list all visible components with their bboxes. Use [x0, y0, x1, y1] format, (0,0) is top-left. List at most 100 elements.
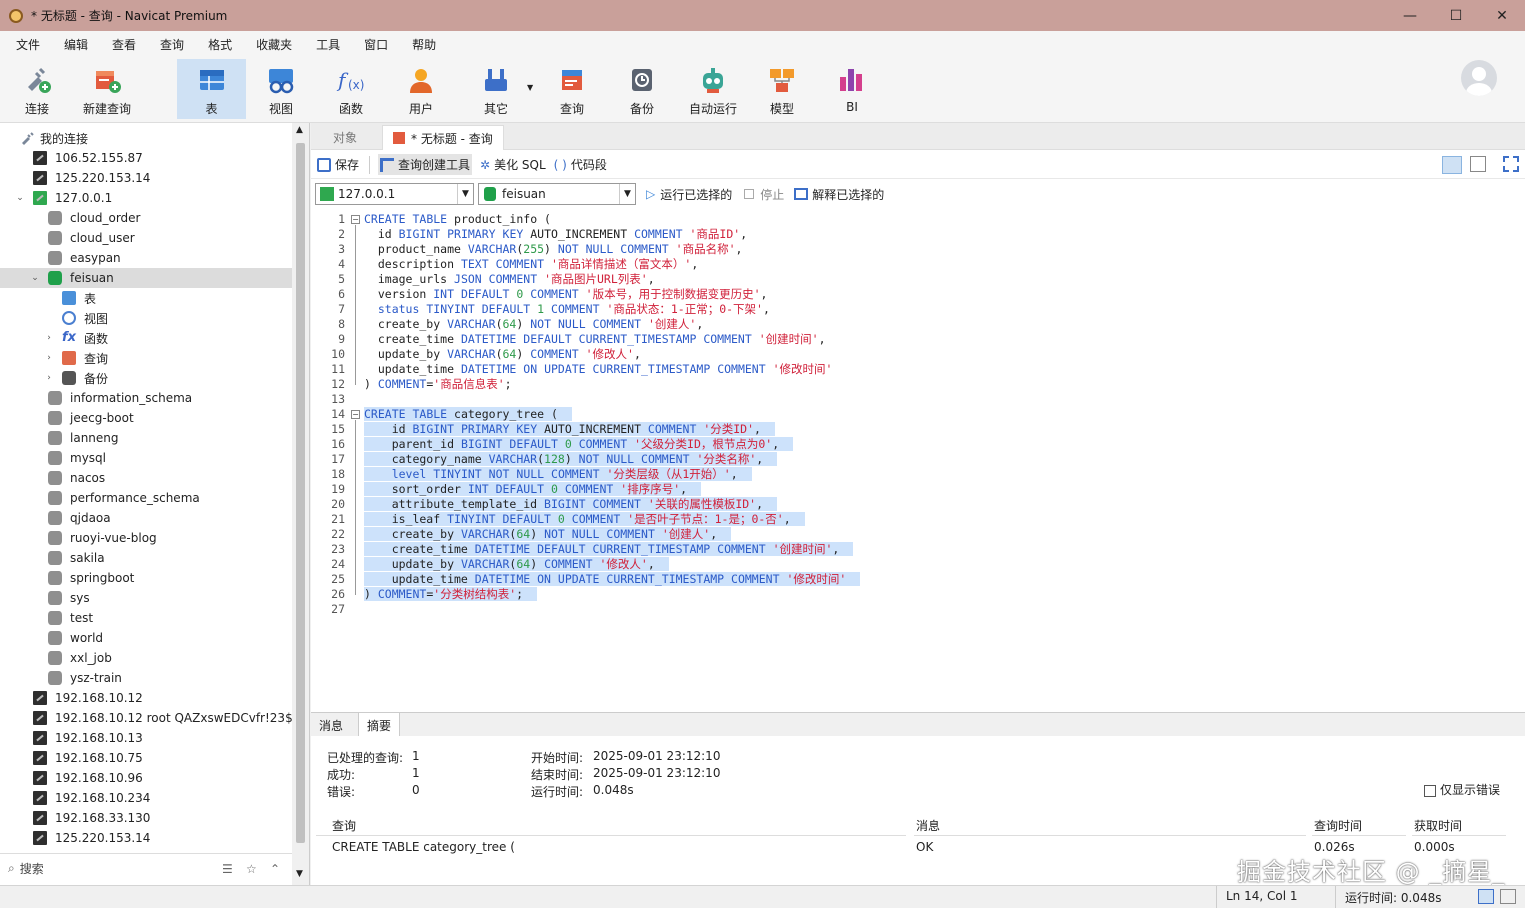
tree-node[interactable]: qjdaoa — [0, 508, 292, 528]
panel-toggle-left-icon[interactable] — [1478, 889, 1494, 904]
code-line[interactable]: 14 CREATE TABLE category_tree ( — [311, 407, 1525, 422]
tree-node[interactable]: cloud_order — [0, 208, 292, 228]
tree-node[interactable]: jeecg-boot — [0, 408, 292, 428]
explain-selected-button[interactable]: 解释已选择的 — [794, 186, 884, 203]
tree-root-my-connections[interactable]: 我的连接 — [0, 128, 292, 148]
code-line[interactable]: 15 id BIGINT PRIMARY KEY AUTO_INCREMENT … — [311, 422, 1525, 437]
col-header-fetch-time[interactable]: 获取时间 — [1412, 816, 1506, 836]
database-select[interactable]: feisuan ▼ — [478, 183, 636, 205]
tree-node[interactable]: ruoyi-vue-blog — [0, 528, 292, 548]
function-button[interactable]: f (x) 函数 — [318, 59, 384, 119]
scrollbar-thumb[interactable] — [296, 143, 305, 843]
fold-collapse-icon[interactable]: − — [351, 410, 360, 419]
tree-node[interactable]: 125.220.153.14 — [0, 168, 292, 188]
sql-editor[interactable]: 1 CREATE TABLE product_info (2 id BIGINT … — [311, 209, 1525, 709]
expand-chevron-down-icon[interactable]: ⌄ — [30, 273, 40, 283]
code-line[interactable]: 13 — [311, 392, 1525, 407]
fullscreen-icon[interactable] — [1503, 156, 1519, 172]
star-icon[interactable]: ☆ — [246, 862, 257, 876]
filter-icon[interactable]: ☰ — [222, 862, 233, 876]
run-selected-button[interactable]: ▷ 运行已选择的 — [646, 186, 732, 203]
tree-node[interactable]: world — [0, 628, 292, 648]
table-button[interactable]: 表 — [177, 59, 246, 119]
result-cell-query[interactable]: CREATE TABLE category_tree ( — [332, 837, 515, 857]
tree-node[interactable]: 192.168.10.234 — [0, 788, 292, 808]
code-line[interactable]: 3 product_name VARCHAR(255) NOT NULL COM… — [311, 242, 1525, 257]
minimize-button[interactable]: — — [1387, 0, 1433, 31]
code-line[interactable]: 19 sort_order INT DEFAULT 0 COMMENT '排序序… — [311, 482, 1525, 497]
tree-node[interactable]: springboot — [0, 568, 292, 588]
tab-query[interactable]: * 无标题 - 查询 — [382, 125, 504, 150]
code-line[interactable]: 23 create_time DATETIME DEFAULT CURRENT_… — [311, 542, 1525, 557]
other-button[interactable]: 其它 — [463, 59, 529, 119]
search-input[interactable]: 搜索 — [20, 860, 44, 877]
connect-button[interactable]: 连接 — [4, 59, 70, 119]
scroll-up-arrow-icon[interactable]: ▲ — [296, 125, 303, 135]
code-line[interactable]: 2 id BIGINT PRIMARY KEY AUTO_INCREMENT C… — [311, 227, 1525, 242]
tab-objects[interactable]: 对象 — [323, 125, 367, 150]
code-line[interactable]: 7 status TINYINT DEFAULT 1 COMMENT '商品状态… — [311, 302, 1525, 317]
tree-node[interactable]: performance_schema — [0, 488, 292, 508]
menu-help[interactable]: 帮助 — [404, 36, 444, 53]
code-line[interactable]: 10 update_by VARCHAR(64) COMMENT '修改人', — [311, 347, 1525, 362]
tree-node[interactable]: information_schema — [0, 388, 292, 408]
stop-button[interactable]: 停止 — [744, 186, 784, 203]
tree-node[interactable]: sakila — [0, 548, 292, 568]
tree-node[interactable]: ysz-train — [0, 668, 292, 688]
code-line[interactable]: 26) COMMENT='分类树结构表'; — [311, 587, 1525, 602]
view-button[interactable]: 视图 — [248, 59, 314, 119]
tree-node[interactable]: 125.220.153.14 — [0, 828, 292, 848]
expand-chevron-down-icon[interactable]: ⌄ — [15, 193, 25, 203]
save-button[interactable]: 保存 — [317, 156, 359, 173]
tree-node[interactable]: › 备份 — [0, 368, 292, 388]
tree-node[interactable]: mysql — [0, 448, 292, 468]
tree-node[interactable]: xxl_job — [0, 648, 292, 668]
code-line[interactable]: 24 update_by VARCHAR(64) COMMENT '修改人', — [311, 557, 1525, 572]
close-button[interactable]: ✕ — [1479, 0, 1525, 31]
tree-node[interactable]: › 查询 — [0, 348, 292, 368]
tree-node[interactable]: 106.52.155.87 — [0, 148, 292, 168]
collapse-icon[interactable]: ⌃ — [270, 862, 280, 876]
tree-node[interactable]: 192.168.10.13 — [0, 728, 292, 748]
menu-favorites[interactable]: 收藏夹 — [248, 36, 300, 53]
new-query-button[interactable]: 新建查询 — [74, 59, 140, 119]
code-line[interactable]: 17 category_name VARCHAR(128) NOT NULL C… — [311, 452, 1525, 467]
snippet-button[interactable]: ( ) 代码段 — [554, 156, 607, 173]
code-line[interactable]: 8 create_by VARCHAR(64) NOT NULL COMMENT… — [311, 317, 1525, 332]
scroll-down-arrow-icon[interactable]: ▼ — [296, 869, 303, 879]
expand-chevron-right-icon[interactable]: › — [44, 333, 54, 343]
tree-node[interactable]: 视图 — [0, 308, 292, 328]
fold-collapse-icon[interactable]: − — [351, 215, 360, 224]
tree-node[interactable]: ⌄ feisuan — [0, 268, 292, 288]
model-button[interactable]: 模型 — [749, 59, 815, 119]
tree-node[interactable]: test — [0, 608, 292, 628]
col-header-query-time[interactable]: 查询时间 — [1312, 816, 1406, 836]
tree-node[interactable]: cloud_user — [0, 228, 292, 248]
sidebar-scrollbar[interactable]: ▲ ▼ — [292, 123, 309, 885]
tree-node[interactable]: 192.168.10.96 — [0, 768, 292, 788]
user-avatar[interactable] — [1461, 60, 1497, 96]
bi-button[interactable]: BI — [819, 59, 885, 119]
code-line[interactable]: 25 update_time DATETIME ON UPDATE CURREN… — [311, 572, 1525, 587]
tree-node[interactable]: 192.168.10.75 — [0, 748, 292, 768]
tree-node[interactable]: easypan — [0, 248, 292, 268]
menu-view[interactable]: 查看 — [104, 36, 144, 53]
other-dropdown-arrow-icon[interactable]: ▼ — [527, 83, 533, 92]
tree-node[interactable]: › fx 函数 — [0, 328, 292, 348]
tree-node[interactable]: 192.168.10.12 root QAZxswEDCvfr!23$ — [0, 708, 292, 728]
tree-node[interactable]: ⌄ 127.0.0.1 — [0, 188, 292, 208]
code-line[interactable]: 18 level TINYINT NOT NULL COMMENT '分类层级（… — [311, 467, 1525, 482]
tab-messages[interactable]: 消息 — [311, 713, 351, 737]
code-line[interactable]: 4 description TEXT COMMENT '商品详情描述（富文本）'… — [311, 257, 1525, 272]
layout-split-vertical-icon[interactable] — [1470, 156, 1486, 172]
query-builder-button[interactable]: 查询创建工具 — [378, 154, 473, 175]
code-line[interactable]: 12) COMMENT='商品信息表'; — [311, 377, 1525, 392]
menu-window[interactable]: 窗口 — [356, 36, 396, 53]
code-line[interactable]: 20 attribute_template_id BIGINT COMMENT … — [311, 497, 1525, 512]
code-line[interactable]: 5 image_urls JSON COMMENT '商品图片URL列表', — [311, 272, 1525, 287]
beautify-sql-button[interactable]: ✲ 美化 SQL — [480, 156, 546, 173]
expand-chevron-right-icon[interactable]: › — [44, 373, 54, 383]
code-line[interactable]: 27 — [311, 602, 1525, 617]
tree-node[interactable]: nacos — [0, 468, 292, 488]
connection-select[interactable]: 127.0.0.1 ▼ — [315, 183, 474, 205]
